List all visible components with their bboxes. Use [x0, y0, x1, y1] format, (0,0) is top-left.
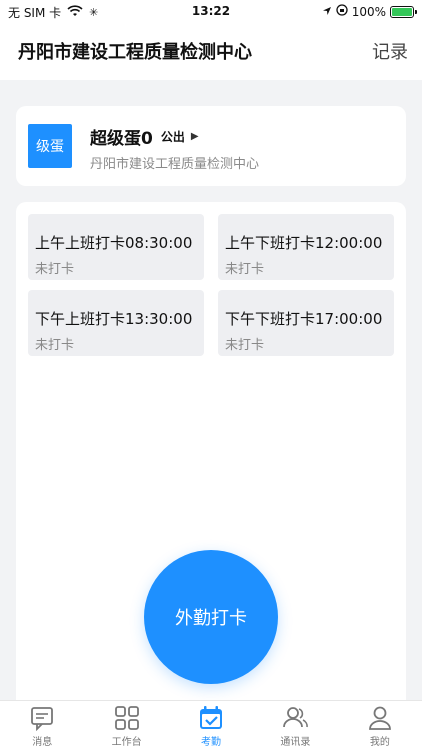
slot-afternoon-in[interactable]: 下午上班打卡13:30:00 未打卡	[28, 290, 204, 356]
play-triangle-icon: ▶	[190, 131, 199, 142]
profile-card[interactable]: 级蛋 超级蛋0 公出 ▶ 丹阳市建设工程质量检测中心	[16, 106, 406, 186]
slot-status: 未打卡	[35, 338, 75, 353]
slot-status: 未打卡	[35, 262, 75, 277]
message-icon	[29, 705, 55, 731]
slot-status: 未打卡	[225, 262, 265, 277]
tab-messages[interactable]: 消息	[0, 701, 84, 750]
calendar-check-icon	[198, 705, 224, 731]
grid-icon	[114, 705, 140, 731]
tab-workbench[interactable]: 工作台	[84, 701, 168, 750]
profile-name-row[interactable]: 超级蛋0 公出 ▶	[90, 124, 199, 149]
tab-label: 消息	[32, 737, 53, 748]
status-bar: 无 SIM 卡 ✳ 13:22 100%	[0, 0, 422, 24]
app-header: 丹阳市建设工程质量检测中心 记录	[0, 24, 422, 80]
tab-label: 通讯录	[280, 737, 311, 748]
location-arrow-icon	[322, 5, 332, 19]
slot-status: 未打卡	[225, 338, 265, 353]
avatar-badge: 级蛋	[28, 124, 72, 168]
orientation-lock-icon	[336, 4, 348, 19]
tab-contacts[interactable]: 通讯录	[253, 701, 337, 750]
slot-morning-out[interactable]: 上午下班打卡12:00:00 未打卡	[218, 214, 394, 280]
tab-mine[interactable]: 我的	[338, 701, 422, 750]
profile-icon	[367, 705, 393, 731]
tab-label: 工作台	[111, 737, 142, 748]
page-title: 丹阳市建设工程质量检测中心	[18, 42, 252, 63]
slot-title: 上午上班打卡08:30:00	[35, 234, 193, 252]
tab-label: 我的	[369, 737, 390, 748]
status-tag: 公出	[160, 130, 185, 144]
slot-title: 下午下班打卡17:00:00	[225, 310, 383, 328]
slot-morning-in[interactable]: 上午上班打卡08:30:00 未打卡	[28, 214, 204, 280]
user-name: 超级蛋0	[90, 129, 153, 149]
tab-attendance[interactable]: 考勤	[169, 701, 253, 750]
battery-icon	[390, 5, 417, 18]
slot-title: 下午上班打卡13:30:00	[35, 310, 193, 328]
battery-percent: 100%	[351, 4, 386, 19]
record-button[interactable]: 记录	[372, 38, 408, 64]
tab-label: 考勤	[201, 737, 222, 748]
field-punch-button[interactable]: 外勤打卡	[144, 550, 278, 684]
slot-title: 上午下班打卡12:00:00	[225, 234, 383, 252]
organization-name: 丹阳市建设工程质量检测中心	[90, 157, 260, 172]
contacts-icon	[282, 705, 309, 731]
slot-afternoon-out[interactable]: 下午下班打卡17:00:00 未打卡	[218, 290, 394, 356]
bottom-tab-bar: 消息 工作台 考勤 通讯录 我的	[0, 700, 422, 750]
